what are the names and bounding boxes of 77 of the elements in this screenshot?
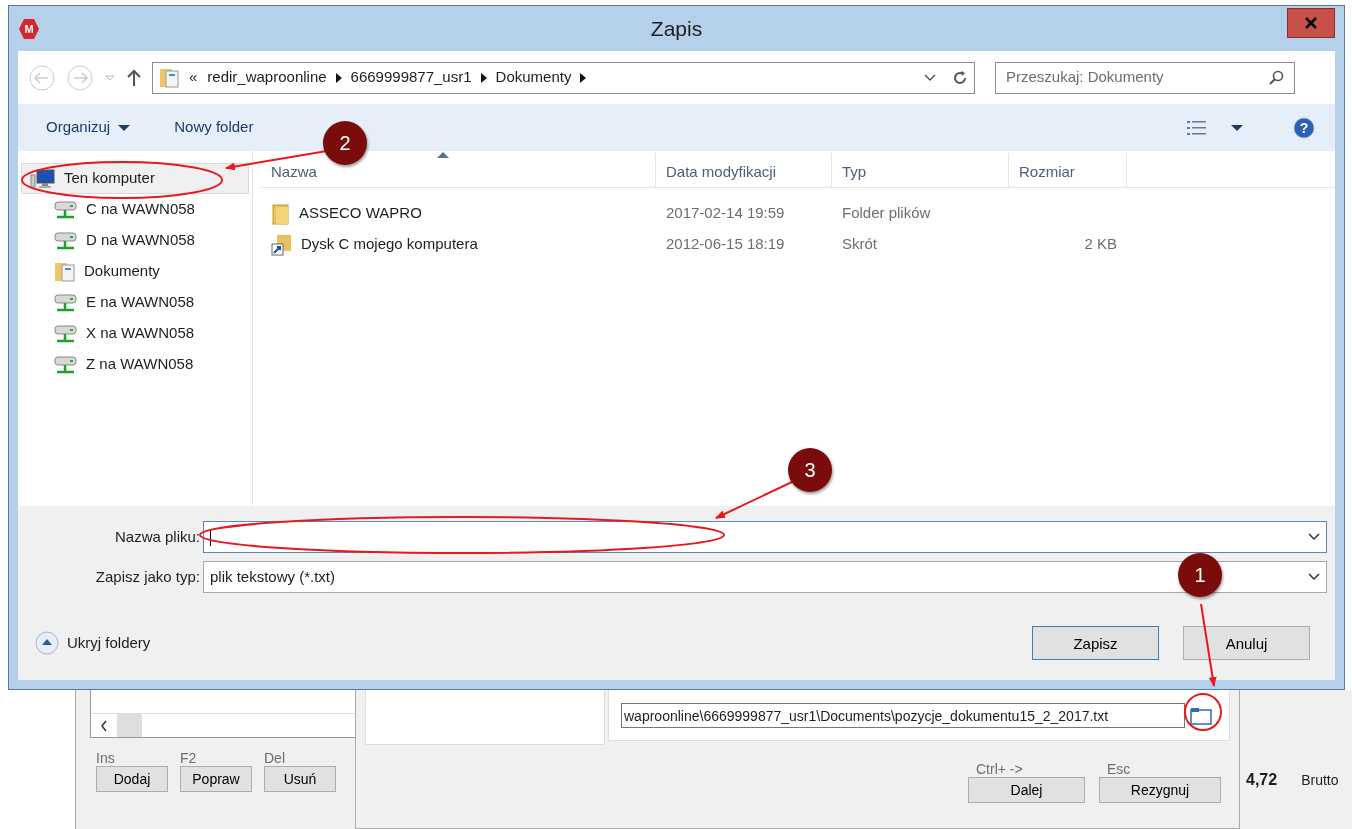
close-icon: [1304, 16, 1318, 29]
breadcrumb-arrow-icon[interactable]: [334, 72, 343, 83]
caret-icon[interactable]: [1231, 123, 1243, 132]
folder-icon: [271, 202, 291, 225]
nav-item[interactable]: C na WAWN058: [18, 194, 252, 225]
file-row[interactable]: ASSECO WAPRO 2017-02-14 19:59 Folder plików: [261, 198, 1335, 229]
wizard-button[interactable]: Rezygnuj: [1099, 777, 1221, 803]
network-drive-icon: [54, 354, 78, 375]
breadcrumb-segment[interactable]: 6669999877_usr1: [350, 66, 472, 89]
help-icon[interactable]: ?: [1293, 116, 1315, 139]
file-type: Folder plików: [841, 203, 932, 224]
column-header[interactable]: Data modyfikacji: [656, 153, 832, 187]
folder-icon[interactable]: [1189, 705, 1213, 726]
export-path-field[interactable]: waproonline\6669999877_usr1\Documents\pozycje_dokumentu15_2_2017.txt: [621, 703, 1185, 728]
chevron-down-icon[interactable]: [924, 72, 936, 83]
close-button[interactable]: [1287, 7, 1335, 38]
dialog-button[interactable]: Zapisz: [1032, 626, 1159, 660]
breadcrumb-segment[interactable]: Dokumenty: [495, 66, 572, 89]
network-drive-icon: [54, 292, 78, 313]
file-size: 2 KB: [1083, 234, 1118, 255]
file-date: 2017-02-14 19:59: [665, 203, 786, 224]
shortcut-key: Ins: [96, 748, 168, 766]
computer-icon: [30, 168, 56, 189]
view-list-icon[interactable]: [1187, 119, 1207, 136]
shortcut-key: Del: [264, 748, 336, 766]
hide-folders-toggle[interactable]: Ukryj foldery: [35, 631, 151, 655]
shortcut-key: F2: [180, 748, 252, 766]
breadcrumb-arrow-icon[interactable]: [479, 72, 488, 83]
chevron-down-icon[interactable]: [1308, 572, 1320, 582]
nav-item[interactable]: X na WAWN058: [18, 318, 252, 349]
caret-icon: [118, 123, 131, 132]
library-icon: [159, 66, 179, 89]
toolbar-button[interactable]: Dodaj: [96, 766, 168, 792]
new-folder-button[interactable]: Nowy folder: [174, 116, 254, 139]
shortcut-key: Esc: [1099, 759, 1221, 777]
nav-item[interactable]: Ten komputer: [21, 163, 249, 194]
library-icon: [54, 260, 76, 283]
toolbar-button[interactable]: Usuń: [264, 766, 336, 792]
total-amount: 4,72: [1246, 770, 1278, 790]
highlight-circle: [1184, 693, 1222, 731]
scroll-thumb[interactable]: [117, 714, 142, 737]
refresh-icon[interactable]: [952, 69, 968, 86]
network-drive-icon: [54, 323, 78, 344]
window-title: Zapis: [650, 15, 703, 42]
organize-menu[interactable]: Organizuj: [46, 116, 131, 139]
address-bar[interactable]: « redir_waproonline 6669999877_usr1 Dokumenty: [152, 61, 975, 94]
dialog-button[interactable]: Anuluj: [1183, 626, 1310, 660]
file-name: Dysk C mojego komputera: [301, 234, 478, 255]
nav-item[interactable]: Z na WAWN058: [18, 349, 252, 380]
file-type: Skrót: [841, 234, 878, 255]
nav-item[interactable]: Dokumenty: [18, 256, 252, 287]
filename-label: Nazwa pliku:: [113, 526, 201, 547]
breadcrumb-arrow-icon[interactable]: [579, 72, 588, 83]
up-arrow-icon[interactable]: [126, 67, 142, 88]
filetype-label: Zapisz jako typ:: [94, 566, 201, 587]
shortcut-icon: [271, 233, 293, 256]
chevron-down-icon[interactable]: [1308, 532, 1320, 542]
breadcrumb-segment[interactable]: redir_waproonline: [207, 66, 327, 89]
app-logo-icon: M: [18, 17, 40, 40]
total-label: Brutto: [1301, 770, 1339, 790]
file-row[interactable]: Dysk C mojego komputera 2012-06-15 18:19 Skrót 2 KB: [261, 229, 1335, 260]
column-header[interactable]: Rozmiar: [1009, 153, 1127, 187]
filename-field[interactable]: [203, 521, 1327, 553]
collapse-icon: [35, 631, 59, 655]
network-drive-icon: [54, 199, 78, 220]
nav-item[interactable]: D na WAWN058: [18, 225, 252, 256]
toolbar-button[interactable]: Popraw: [180, 766, 252, 792]
file-name: ASSECO WAPRO: [299, 203, 422, 224]
network-drive-icon: [54, 230, 78, 251]
search-icon: [1268, 69, 1284, 86]
overflow-chevron[interactable]: «: [189, 66, 198, 89]
nav-item[interactable]: E na WAWN058: [18, 287, 252, 318]
file-date: 2012-06-15 18:19: [665, 234, 786, 255]
wizard-button[interactable]: Dalej: [968, 777, 1085, 803]
column-header[interactable]: Typ: [832, 153, 1009, 187]
search-field[interactable]: Przeszukaj: Dokumenty: [995, 61, 1295, 94]
shortcut-key: Ctrl+ ->: [968, 759, 1085, 777]
